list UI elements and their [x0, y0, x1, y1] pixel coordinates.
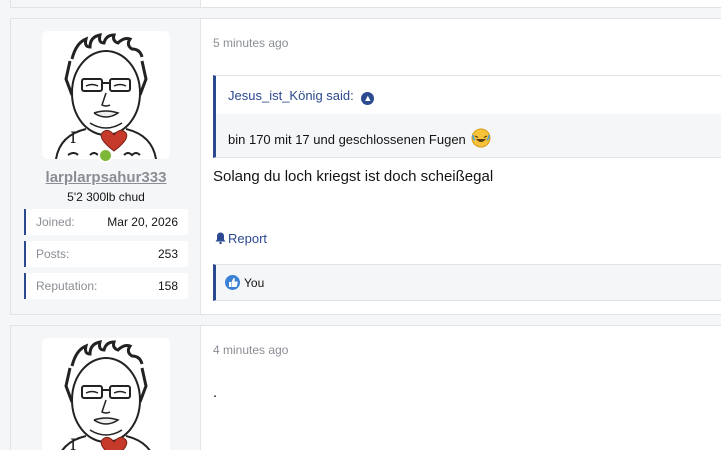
- stat-value: 253: [157, 247, 178, 261]
- laughing-emoji-icon: [471, 128, 491, 148]
- quote-text: bin 170 mit 17 und geschlossenen Fugen: [228, 128, 491, 148]
- stat-label: Joined:: [36, 215, 75, 229]
- like-reaction-icon: [225, 275, 240, 290]
- svg-text:I: I: [70, 435, 76, 450]
- online-status-indicator: [98, 148, 113, 163]
- quote-text-content: bin 170 mit 17 und geschlossenen Fugen: [228, 132, 466, 147]
- post-user-column: I larplarpsahur333 5'2 300lb chud Joined…: [11, 19, 201, 314]
- post-content: 5 minutes ago Jesus_ist_König said: ▲ bi…: [213, 19, 721, 314]
- stat-label: Reputation:: [36, 279, 98, 293]
- report-link[interactable]: Report: [215, 231, 267, 246]
- stat-posts: Posts: 253: [24, 241, 188, 267]
- quote-jump-arrow-icon[interactable]: ▲: [361, 92, 375, 105]
- previous-post-user-column: [11, 0, 201, 7]
- avatar-drawing: I: [42, 31, 170, 159]
- previous-post: [10, 0, 721, 8]
- bell-icon: [215, 232, 226, 244]
- stat-reputation: Reputation: 158: [24, 273, 188, 299]
- post-timestamp-link[interactable]: 4 minutes ago: [213, 343, 288, 357]
- quote-block: Jesus_ist_König said: ▲ bin 170 mit 17 u…: [213, 75, 721, 158]
- post-timestamp-link[interactable]: 5 minutes ago: [213, 36, 288, 50]
- post: I 4 minutes ago .: [10, 325, 721, 450]
- stat-value: Mar 20, 2026: [107, 215, 178, 229]
- user-title: 5'2 300lb chud: [67, 190, 145, 204]
- avatar[interactable]: I: [42, 31, 170, 159]
- avatar[interactable]: I: [42, 338, 170, 450]
- quote-author[interactable]: Jesus_ist_König said:: [228, 88, 354, 103]
- svg-text:I: I: [70, 128, 76, 147]
- stat-joined: Joined: Mar 20, 2026: [24, 209, 188, 235]
- avatar-drawing: I: [42, 338, 170, 450]
- post: I larplarpsahur333 5'2 300lb chud Joined…: [10, 18, 721, 315]
- username-link[interactable]: larplarpsahur333: [11, 169, 201, 186]
- reactions-bar[interactable]: You: [213, 264, 721, 301]
- post-content: 4 minutes ago .: [213, 326, 721, 450]
- stat-label: Posts:: [36, 247, 70, 261]
- post-user-column: I: [11, 326, 201, 450]
- reactions-users-link[interactable]: You: [244, 276, 264, 290]
- post-message: Solang du loch kriegst ist doch scheißeg…: [213, 168, 494, 185]
- report-label: Report: [228, 231, 268, 246]
- quote-header: Jesus_ist_König said: ▲: [216, 76, 721, 114]
- stat-value: 158: [157, 279, 178, 293]
- post-message: .: [213, 384, 218, 401]
